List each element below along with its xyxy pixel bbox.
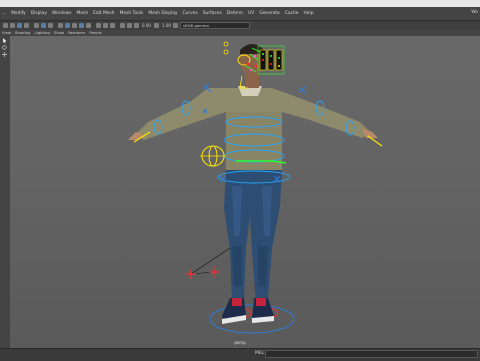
exposure-icon[interactable] xyxy=(154,23,159,28)
color-management-icon[interactable] xyxy=(173,23,178,28)
menu-item-modify[interactable]: Modify xyxy=(11,11,26,16)
perspective-viewport[interactable] xyxy=(10,36,480,348)
lighting-icon[interactable] xyxy=(79,23,84,28)
character-torso[interactable] xyxy=(128,86,378,170)
command-input[interactable] xyxy=(265,350,478,358)
workspace-label[interactable]: Wo xyxy=(471,10,478,15)
command-line-bar: MEL xyxy=(0,348,480,361)
character-shoes[interactable] xyxy=(222,298,274,324)
menu-item-deform[interactable]: Deform xyxy=(227,11,243,16)
menu-item-windows[interactable]: Windows xyxy=(52,11,72,16)
menu-item-mesh-display[interactable]: Mesh Display xyxy=(148,11,177,16)
lock-camera-icon[interactable] xyxy=(10,23,15,28)
ambient-occlusion-icon[interactable] xyxy=(120,23,125,28)
main-menubar: ... Modify Display Windows Mesh Edit Mes… xyxy=(0,7,480,20)
color-space-select[interactable]: sRGB gamma xyxy=(180,22,250,29)
wireframe-icon[interactable] xyxy=(58,23,63,28)
antialias-icon[interactable] xyxy=(134,23,139,28)
camera-name-label: persp xyxy=(234,340,246,345)
select-camera-icon[interactable] xyxy=(3,23,8,28)
menu-item-surfaces[interactable]: Surfaces xyxy=(203,11,222,16)
lasso-tool-icon[interactable] xyxy=(2,45,7,50)
menu-item-0[interactable]: ... xyxy=(2,11,6,16)
xray-icon[interactable] xyxy=(96,23,101,28)
time-field[interactable]: 0.00 xyxy=(142,23,151,28)
xray-joints-icon[interactable] xyxy=(103,23,108,28)
menu-item-edit-mesh[interactable]: Edit Mesh xyxy=(93,11,114,16)
title-strip xyxy=(0,0,480,7)
grid-icon[interactable] xyxy=(34,23,39,28)
isolate-select-icon[interactable] xyxy=(110,23,115,28)
textured-icon[interactable] xyxy=(72,23,77,28)
select-tool-icon[interactable] xyxy=(2,38,7,43)
resolution-gate-icon[interactable] xyxy=(48,23,53,28)
tool-box xyxy=(0,36,10,348)
menu-item-uv[interactable]: UV xyxy=(248,11,254,16)
bookmark-icon[interactable] xyxy=(17,23,22,28)
menu-item-mesh-tools[interactable]: Mesh Tools xyxy=(120,11,144,16)
film-gate-icon[interactable] xyxy=(41,23,46,28)
smooth-shade-icon[interactable] xyxy=(65,23,70,28)
scale-field[interactable]: 1.00 xyxy=(162,23,171,28)
mel-label[interactable]: MEL xyxy=(255,351,264,356)
menu-item-mesh[interactable]: Mesh xyxy=(77,11,89,16)
menu-item-help[interactable]: Help xyxy=(303,11,313,16)
character-legs[interactable] xyxy=(224,168,282,302)
cog-control[interactable] xyxy=(200,145,226,167)
scene-view[interactable] xyxy=(10,36,480,348)
menu-item-generate[interactable]: Generate xyxy=(259,11,280,16)
move-tool-icon[interactable] xyxy=(2,52,7,57)
menu-item-cache[interactable]: Cache xyxy=(285,11,299,16)
knee-pole-vectors[interactable] xyxy=(186,243,237,279)
menu-item-curves[interactable]: Curves xyxy=(183,11,198,16)
shadows-icon[interactable] xyxy=(86,23,91,28)
motion-blur-icon[interactable] xyxy=(127,23,132,28)
image-plane-icon[interactable] xyxy=(24,23,29,28)
menu-item-display[interactable]: Display xyxy=(31,11,47,16)
